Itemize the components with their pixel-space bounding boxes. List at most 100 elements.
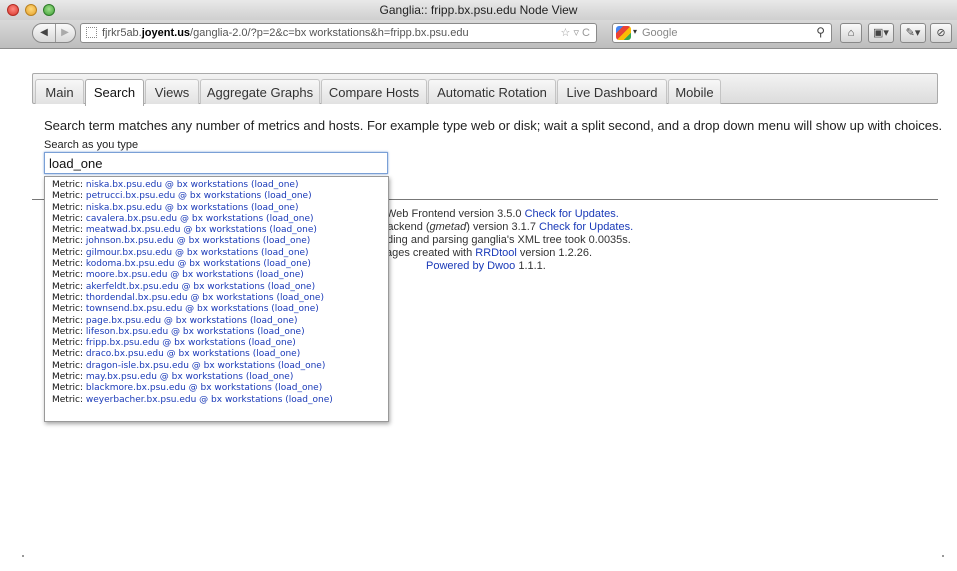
footer-backend-version: Backend (gmetad) version 3.1.7 Check for… — [380, 221, 634, 233]
corner-marker — [942, 555, 944, 557]
metric-prefix: Metric: — [52, 259, 84, 270]
metric-host-label: moore.bx.psu.edu @ bx workstations (load… — [85, 270, 304, 281]
rrdtool-link[interactable]: RRDtool — [475, 247, 517, 259]
autocomplete-item[interactable]: Metric: weyerbacher.bx.psu.edu @ bx work… — [45, 395, 388, 406]
metric-prefix: Metric: — [52, 213, 84, 224]
bookmarks-menu-icon[interactable]: ▣▾ — [868, 23, 894, 43]
metric-host-label: lifeson.bx.psu.edu @ bx workstations (lo… — [85, 326, 305, 337]
address-bar[interactable]: fjrkr5ab.joyent.us/ganglia-2.0/?p=2&c=bx… — [80, 23, 597, 43]
footer-frontend-version: Web Frontend version 3.5.0 Check for Upd… — [386, 208, 619, 220]
tool-icon[interactable]: ⊘ — [930, 23, 952, 43]
metric-host-label: niska.bx.psu.edu @ bx workstations (load… — [85, 202, 299, 213]
corner-marker — [22, 555, 24, 557]
autocomplete-item[interactable]: Metric: meatwad.bx.psu.edu @ bx workstat… — [45, 225, 388, 236]
autocomplete-item[interactable]: Metric: thordendal.bx.psu.edu @ bx works… — [45, 293, 388, 304]
metric-prefix: Metric: — [52, 281, 84, 292]
title-bar: Ganglia:: fripp.bx.psu.edu Node View — [0, 0, 957, 21]
metric-host-label: page.bx.psu.edu @ bx workstations (load_… — [85, 315, 298, 326]
metric-host-label: petrucci.bx.psu.edu @ bx workstations (l… — [85, 191, 312, 202]
tab-strip: Main Search Views Aggregate Graphs Compa… — [32, 73, 938, 106]
tab-live-dashboard[interactable]: Live Dashboard — [557, 79, 667, 104]
metric-prefix: Metric: — [52, 338, 84, 349]
metric-prefix: Metric: — [52, 270, 84, 281]
metric-host-label: cavalera.bx.psu.edu @ bx workstations (l… — [85, 213, 314, 224]
metric-prefix: Metric: — [52, 191, 84, 202]
google-icon[interactable] — [616, 26, 631, 40]
autocomplete-item[interactable]: Metric: may.bx.psu.edu @ bx workstations… — [45, 372, 388, 383]
autocomplete-item[interactable]: Metric: gilmour.bx.psu.edu @ bx workstat… — [45, 248, 388, 259]
bookmark-star-icon[interactable]: ☆ ▿ C — [561, 26, 590, 39]
metric-prefix: Metric: — [52, 326, 84, 337]
nav-buttons: ◀ ▶ — [32, 23, 76, 43]
url-text[interactable]: fjrkr5ab.joyent.us/ganglia-2.0/?p=2&c=bx… — [102, 27, 469, 39]
tab-compare-hosts[interactable]: Compare Hosts — [321, 79, 427, 104]
metric-prefix: Metric: — [52, 394, 84, 405]
tab-automatic-rotation[interactable]: Automatic Rotation — [428, 79, 556, 104]
metric-prefix: Metric: — [52, 349, 84, 360]
autocomplete-item[interactable]: Metric: akerfeldt.bx.psu.edu @ bx workst… — [45, 282, 388, 293]
search-input[interactable] — [44, 152, 388, 174]
metric-host-label: niska.bx.psu.edu @ bx workstations (load… — [85, 180, 299, 190]
autocomplete-item[interactable]: Metric: dragon-isle.bx.psu.edu @ bx work… — [45, 361, 388, 372]
search-help-text: Search term matches any number of metric… — [44, 118, 943, 133]
autocomplete-item[interactable]: Metric: draco.bx.psu.edu @ bx workstatio… — [45, 349, 388, 360]
autocomplete-item[interactable]: Metric: townsend.bx.psu.edu @ bx worksta… — [45, 304, 388, 315]
tab-aggregate-graphs[interactable]: Aggregate Graphs — [200, 79, 320, 104]
metric-prefix: Metric: — [52, 180, 84, 190]
metric-prefix: Metric: — [52, 236, 84, 247]
web-search-box[interactable]: ▾ Google ⚲ — [612, 23, 832, 43]
metric-prefix: Metric: — [52, 383, 84, 394]
autocomplete-dropdown: Metric: niska.bx.psu.edu @ bx workstatio… — [44, 176, 389, 422]
autocomplete-item[interactable]: Metric: niska.bx.psu.edu @ bx workstatio… — [45, 203, 388, 214]
site-identity-icon[interactable] — [86, 27, 97, 38]
addon-menu-icon[interactable]: ✎▾ — [900, 23, 926, 43]
footer-parse-time: ding and parsing ganglia's XML tree took… — [387, 234, 631, 246]
metric-prefix: Metric: — [52, 360, 84, 371]
check-updates-link[interactable]: Check for Updates. — [525, 208, 619, 220]
autocomplete-item[interactable]: Metric: moore.bx.psu.edu @ bx workstatio… — [45, 270, 388, 281]
metric-host-label: thordendal.bx.psu.edu @ bx workstations … — [85, 292, 324, 303]
tab-views[interactable]: Views — [145, 79, 199, 104]
metric-prefix: Metric: — [52, 304, 84, 315]
window-title: Ganglia:: fripp.bx.psu.edu Node View — [379, 3, 578, 17]
metric-host-label: blackmore.bx.psu.edu @ bx workstations (… — [85, 383, 323, 394]
metric-prefix: Metric: — [52, 202, 84, 213]
autocomplete-item[interactable]: Metric: kodoma.bx.psu.edu @ bx workstati… — [45, 259, 388, 270]
metric-host-label: may.bx.psu.edu @ bx workstations (load_o… — [85, 372, 294, 383]
metric-prefix: Metric: — [52, 292, 84, 303]
metric-host-label: townsend.bx.psu.edu @ bx workstations (l… — [85, 304, 319, 315]
chevron-down-icon: ▾ — [633, 27, 638, 36]
autocomplete-item[interactable]: Metric: johnson.bx.psu.edu @ bx workstat… — [45, 236, 388, 247]
magnifier-icon[interactable]: ⚲ — [816, 25, 825, 39]
metric-prefix: Metric: — [52, 315, 84, 326]
metric-prefix: Metric: — [52, 225, 84, 236]
forward-arrow-icon[interactable]: ▶ — [55, 24, 75, 42]
metric-host-label: dragon-isle.bx.psu.edu @ bx workstations… — [85, 360, 326, 371]
metric-host-label: akerfeldt.bx.psu.edu @ bx workstations (… — [85, 281, 316, 292]
check-updates-link[interactable]: Check for Updates. — [539, 221, 633, 233]
metric-prefix: Metric: — [52, 372, 84, 383]
autocomplete-item[interactable]: Metric: page.bx.psu.edu @ bx workstation… — [45, 316, 388, 327]
home-icon[interactable]: ⌂ — [840, 23, 862, 43]
tab-search[interactable]: Search — [85, 79, 144, 106]
autocomplete-item[interactable]: Metric: petrucci.bx.psu.edu @ bx worksta… — [45, 191, 388, 202]
metric-host-label: gilmour.bx.psu.edu @ bx workstations (lo… — [85, 247, 309, 258]
tab-main[interactable]: Main — [35, 79, 84, 104]
autocomplete-item[interactable]: Metric: blackmore.bx.psu.edu @ bx workst… — [45, 383, 388, 394]
back-arrow-icon[interactable]: ◀ — [33, 24, 56, 42]
footer-rrdtool: ages created with RRDtool version 1.2.26… — [386, 247, 593, 259]
browser-toolbar: ◀ ▶ fjrkr5ab.joyent.us/ganglia-2.0/?p=2&… — [0, 20, 957, 49]
autocomplete-item[interactable]: Metric: cavalera.bx.psu.edu @ bx worksta… — [45, 214, 388, 225]
metric-prefix: Metric: — [52, 247, 84, 258]
autocomplete-item[interactable]: Metric: niska.bx.psu.edu @ bx workstatio… — [45, 180, 388, 191]
metric-host-label: draco.bx.psu.edu @ bx workstations (load… — [85, 349, 301, 360]
footer-powered-by: Powered by Dwoo 1.1.1. — [426, 260, 546, 272]
search-label: Search as you type — [44, 139, 139, 151]
autocomplete-item[interactable]: Metric: fripp.bx.psu.edu @ bx workstatio… — [45, 338, 388, 349]
dwoo-link[interactable]: Powered by Dwoo — [426, 260, 515, 272]
tab-mobile[interactable]: Mobile — [668, 79, 721, 104]
autocomplete-item[interactable]: Metric: lifeson.bx.psu.edu @ bx workstat… — [45, 327, 388, 338]
metric-host-label: weyerbacher.bx.psu.edu @ bx workstations… — [85, 394, 333, 405]
metric-host-label: johnson.bx.psu.edu @ bx workstations (lo… — [85, 236, 311, 247]
metric-host-label: kodoma.bx.psu.edu @ bx workstations (loa… — [85, 259, 311, 270]
